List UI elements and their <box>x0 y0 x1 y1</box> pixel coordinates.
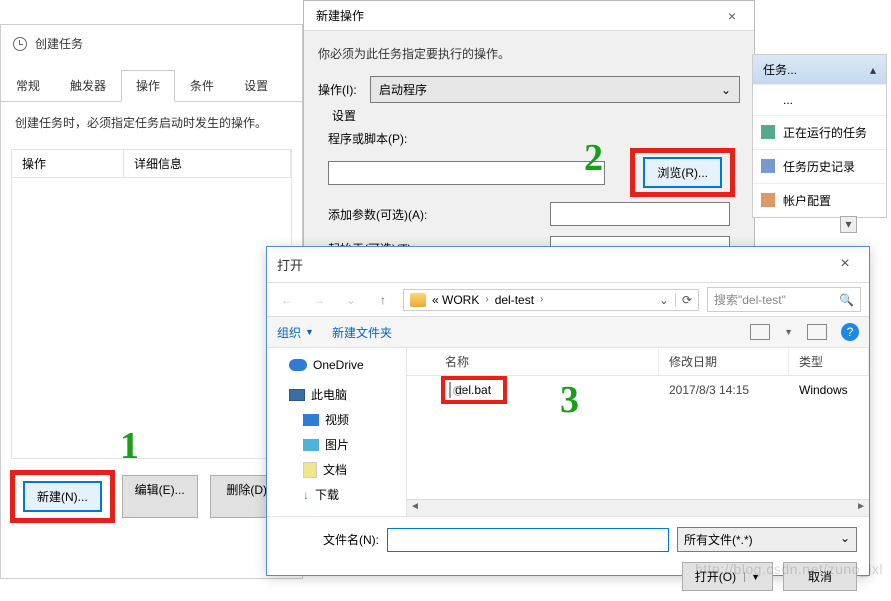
scroll-down-icon[interactable]: ▾ <box>840 216 857 233</box>
chevron-up-icon[interactable]: ▴ <box>870 63 876 77</box>
settings-fieldset-label: 设置 <box>328 107 360 124</box>
filename-label: 文件名(N): <box>279 531 379 548</box>
args-label: 添加参数(可选)(A): <box>328 206 458 223</box>
pictures-icon <box>303 439 319 451</box>
file-list-pane: 名称 修改日期 类型 del.bat 2017/8/3 14:15 Window… <box>407 348 869 516</box>
breadcrumb-root[interactable]: « WORK <box>432 293 479 307</box>
tree-downloads[interactable]: ↓下载 <box>267 482 406 507</box>
open-dialog-title: 打开 <box>277 255 303 274</box>
create-task-title: 创建任务 <box>35 35 83 52</box>
search-icon: 🔍 <box>839 293 854 307</box>
chevron-down-icon: ⌄ <box>840 531 850 548</box>
col-detail[interactable]: 详细信息 <box>124 150 291 177</box>
chevron-down-icon[interactable]: ▼ <box>784 327 793 337</box>
nav-up-icon[interactable]: ↑ <box>371 288 395 312</box>
document-icon <box>303 462 317 478</box>
side-pane: 任务... ▴ ... 正在运行的任务 任务历史记录 帐户配置 <box>752 54 887 218</box>
tree-thispc[interactable]: 此电脑 <box>267 382 406 407</box>
open-toolbar: 组织 ▼ 新建文件夹 ▼ ? <box>267 317 869 348</box>
col-date[interactable]: 修改日期 <box>659 348 789 375</box>
action-buttons-row: 新建(N)... 编辑(E)... 删除(D) <box>1 465 302 528</box>
cancel-button[interactable]: 取消 <box>783 562 857 591</box>
chevron-right-icon: › <box>540 294 543 305</box>
chevron-down-icon: ⌄ <box>721 83 731 97</box>
organize-menu[interactable]: 组织 ▼ <box>277 324 314 341</box>
nav-back-icon[interactable]: ← <box>275 288 299 312</box>
file-row[interactable]: del.bat 2017/8/3 14:15 Windows <box>407 376 869 404</box>
action-instruction: 你必须为此任务指定要执行的操作。 <box>318 45 740 62</box>
open-dialog-titlebar: 打开 × <box>267 247 869 282</box>
tree-video[interactable]: 视频 <box>267 407 406 432</box>
col-type[interactable]: 类型 <box>789 348 869 375</box>
col-name[interactable]: 名称 <box>435 348 659 375</box>
task-note: 创建任务时，必须指定任务启动时发生的操作。 <box>1 102 302 143</box>
args-input[interactable] <box>550 202 730 226</box>
tree-docs[interactable]: 文档 <box>267 457 406 482</box>
browse-button[interactable]: 浏览(R)... <box>643 157 722 188</box>
tab-triggers[interactable]: 触发器 <box>55 70 121 101</box>
tree-onedrive[interactable]: OneDrive <box>267 354 406 376</box>
download-icon: ↓ <box>303 488 309 502</box>
action-dialog-title: 新建操作 <box>316 7 364 24</box>
program-label: 程序或脚本(P): <box>328 130 730 147</box>
search-placeholder: 搜索"del-test" <box>714 291 786 308</box>
tab-settings[interactable]: 设置 <box>229 70 283 101</box>
file-type: Windows <box>789 383 869 397</box>
view-options-icon[interactable] <box>750 324 770 340</box>
new-action-button[interactable]: 新建(N)... <box>23 481 102 512</box>
tab-conditions[interactable]: 条件 <box>175 70 229 101</box>
actions-table: 操作 详细信息 <box>11 149 292 459</box>
file-list-header: 名称 修改日期 类型 <box>407 348 869 376</box>
tab-general[interactable]: 常规 <box>1 70 55 101</box>
close-icon[interactable]: × <box>718 8 746 24</box>
refresh-icon[interactable]: ⟳ <box>675 293 692 307</box>
breadcrumb-folder[interactable]: del-test <box>495 293 534 307</box>
open-footer: 文件名(N): 所有文件(*.*) ⌄ 打开(O)▼ 取消 <box>267 516 869 601</box>
action-type-value: 启动程序 <box>379 81 427 98</box>
bat-file-icon <box>449 382 451 398</box>
task-tabs: 常规 触发器 操作 条件 设置 <box>1 70 302 102</box>
filter-value: 所有文件(*.*) <box>684 531 753 548</box>
help-icon[interactable]: ? <box>841 323 859 341</box>
folder-tree: OneDrive 此电脑 视频 图片 文档 ↓下载 <box>267 348 407 516</box>
side-item-account[interactable]: 帐户配置 <box>753 183 886 217</box>
action-type-select[interactable]: 启动程序 ⌄ <box>370 76 740 103</box>
col-action[interactable]: 操作 <box>12 150 124 177</box>
tree-pictures[interactable]: 图片 <box>267 432 406 457</box>
side-pane-title: 任务... <box>763 61 797 78</box>
file-filter-select[interactable]: 所有文件(*.*) ⌄ <box>677 527 857 552</box>
video-icon <box>303 414 319 426</box>
action-dialog-titlebar: 新建操作 × <box>304 1 754 31</box>
close-icon[interactable]: × <box>831 255 859 274</box>
chevron-down-icon[interactable]: ⌄ <box>659 293 669 307</box>
breadcrumb[interactable]: « WORK › del-test › ⌄ ⟳ <box>403 289 699 311</box>
chevron-down-icon[interactable]: ⌄ <box>339 288 363 312</box>
open-button[interactable]: 打开(O)▼ <box>682 562 773 591</box>
chevron-right-icon: › <box>485 294 488 305</box>
side-item[interactable]: ... <box>753 84 886 115</box>
open-nav-bar: ← → ⌄ ↑ « WORK › del-test › ⌄ ⟳ 搜索"del-t… <box>267 282 869 317</box>
side-item-running-tasks[interactable]: 正在运行的任务 <box>753 115 886 149</box>
side-item-history[interactable]: 任务历史记录 <box>753 149 886 183</box>
filename-input[interactable] <box>387 528 669 552</box>
create-task-titlebar: 创建任务 <box>1 25 302 62</box>
tab-actions[interactable]: 操作 <box>121 70 175 102</box>
file-date: 2017/8/3 14:15 <box>659 383 789 397</box>
search-input[interactable]: 搜索"del-test" 🔍 <box>707 287 861 312</box>
side-pane-header: 任务... ▴ <box>753 55 886 84</box>
pc-icon <box>289 389 305 401</box>
program-path-input[interactable] <box>328 161 605 185</box>
action-label: 操作(I): <box>318 81 370 98</box>
horizontal-scrollbar[interactable] <box>407 499 869 516</box>
clock-icon <box>13 37 27 51</box>
nav-forward-icon[interactable]: → <box>307 288 331 312</box>
open-body: OneDrive 此电脑 视频 图片 文档 ↓下载 名称 修改日期 类型 del… <box>267 348 869 516</box>
preview-pane-icon[interactable] <box>807 324 827 340</box>
open-file-dialog: 打开 × ← → ⌄ ↑ « WORK › del-test › ⌄ ⟳ 搜索"… <box>266 246 870 576</box>
edit-action-button[interactable]: 编辑(E)... <box>122 475 198 518</box>
new-folder-button[interactable]: 新建文件夹 <box>332 324 392 341</box>
create-task-window: 创建任务 常规 触发器 操作 条件 设置 创建任务时，必须指定任务启动时发生的操… <box>0 24 303 579</box>
folder-icon <box>410 293 426 307</box>
cloud-icon <box>289 359 307 371</box>
